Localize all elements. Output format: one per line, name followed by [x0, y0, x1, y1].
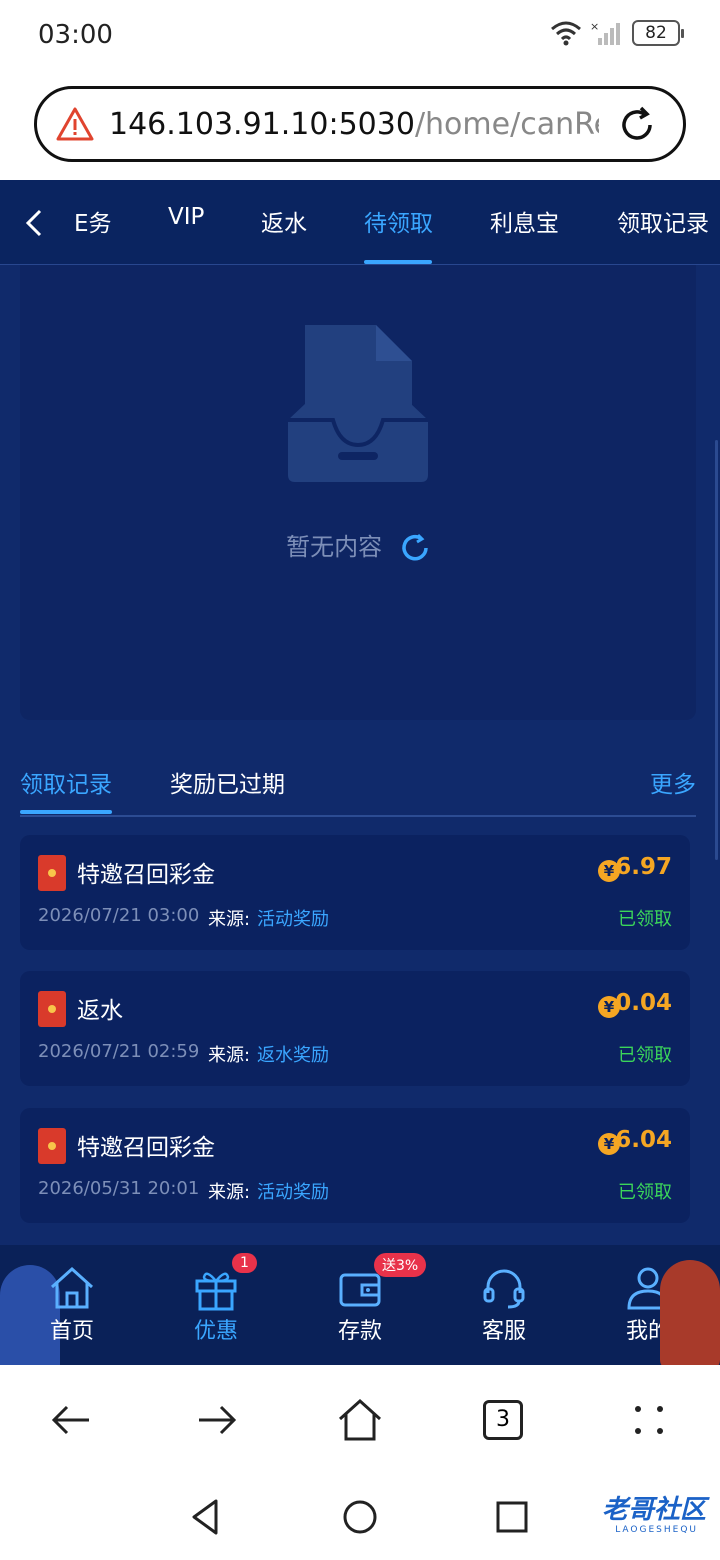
record-source-value: 活动奖励: [257, 909, 329, 930]
record-status: 已领取: [618, 909, 672, 930]
record-tab-indicator: [20, 810, 112, 814]
record-title: 特邀召回彩金: [77, 1135, 215, 1161]
deposit-badge: 送3%: [374, 1253, 427, 1277]
url-host: 146.103.91.10:5030: [109, 106, 415, 142]
watermark-logo: 老哥社区: [601, 1495, 706, 1525]
watermark-sub: LAOGESHEQU: [615, 1525, 698, 1535]
active-tab-indicator: [364, 260, 432, 264]
bottom-nav: 首页 优惠 1 存款 送3% 客服 我的: [0, 1245, 720, 1375]
warning-icon[interactable]: [55, 104, 95, 144]
record-amount: 6.04: [615, 1127, 672, 1153]
reload-icon[interactable]: [617, 105, 657, 145]
system-nav-bar: 老哥社区 LAOGESHEQU: [0, 1475, 720, 1560]
tab-pending[interactable]: 待领取: [364, 204, 433, 238]
tab-rebate[interactable]: 返水: [261, 204, 307, 238]
record-tabs: 领取记录 奖励已过期 更多: [20, 765, 696, 817]
record-status: 已领取: [618, 1045, 672, 1066]
gift-icon: [195, 1272, 237, 1311]
tab-interest[interactable]: 利息宝: [490, 204, 559, 238]
nav-deposit-label: 存款: [337, 1319, 382, 1344]
more-link[interactable]: 更多: [650, 765, 696, 799]
status-bar: 03:00 × 82: [0, 0, 720, 70]
nav-home[interactable]: 首页: [22, 1265, 122, 1345]
record-source-value: 活动奖励: [257, 1182, 329, 1203]
record-amount: 0.04: [615, 990, 672, 1016]
empty-state-message: 暂无内容: [20, 527, 696, 563]
tab-claim-records[interactable]: 领取记录: [617, 204, 709, 238]
svg-text:×: ×: [590, 20, 599, 33]
record-date: 2026/07/21 03:00: [38, 905, 200, 926]
nav-promo[interactable]: 优惠: [166, 1265, 266, 1345]
nav-deposit[interactable]: 存款: [310, 1265, 410, 1345]
nav-service[interactable]: 客服: [454, 1265, 554, 1345]
url-text[interactable]: 146.103.91.10:5030/home/canRec: [109, 107, 599, 142]
system-recents-icon[interactable]: [492, 1497, 532, 1537]
nav-promo-label: 优惠: [193, 1319, 238, 1344]
status-icons: × 82: [550, 20, 684, 46]
record-source-label: 来源:: [208, 1182, 251, 1203]
battery-level: 82: [645, 23, 667, 43]
nav-home-label: 首页: [49, 1319, 94, 1344]
tab-tasks[interactable]: E务: [74, 204, 112, 238]
category-tabbar: E务 VIP 返水 待领取 利息宝 领取记录: [0, 180, 720, 265]
home-page-icon[interactable]: [337, 1397, 383, 1443]
record-item[interactable]: 特邀召回彩金 ¥ 6.97 2026/07/21 03:00 来源: 活动奖励 …: [20, 835, 690, 950]
record-amount: 6.97: [615, 854, 672, 880]
record-title: 特邀召回彩金: [77, 862, 215, 888]
system-home-icon[interactable]: [340, 1497, 380, 1537]
scrollbar[interactable]: [715, 440, 718, 860]
tab-count: 3: [496, 1407, 510, 1432]
red-envelope-icon: [38, 1128, 66, 1164]
browser-toolbar: 3: [0, 1365, 720, 1475]
record-item[interactable]: 返水 ¥ 0.04 2026/07/21 02:59 来源: 返水奖励 已领取: [20, 971, 690, 1086]
refresh-icon[interactable]: [400, 533, 430, 563]
empty-inbox-icon: [288, 325, 428, 482]
wifi-icon: [551, 21, 581, 46]
record-source-value: 返水奖励: [257, 1045, 329, 1066]
record-title: 返水: [77, 998, 123, 1024]
record-status: 已领取: [618, 1182, 672, 1203]
back-arrow-icon[interactable]: [20, 206, 50, 240]
tab-expired-rewards[interactable]: 奖励已过期: [170, 765, 285, 799]
tab-received-records[interactable]: 领取记录: [20, 765, 112, 799]
home-icon: [50, 1266, 94, 1309]
record-date: 2026/05/31 20:01: [38, 1178, 200, 1199]
battery-icon: 82: [632, 20, 684, 46]
promo-badge: 1: [232, 1253, 257, 1273]
red-envelope-icon: [38, 855, 66, 891]
address-bar[interactable]: 146.103.91.10:5030/home/canRec: [34, 86, 686, 162]
record-source-label: 来源:: [208, 909, 251, 930]
url-path: /home/canRec: [414, 106, 599, 142]
app-content: E务 VIP 返水 待领取 利息宝 领取记录 暂无内容 领取记录 奖励已过期 更…: [0, 180, 720, 1365]
forward-icon[interactable]: [193, 1397, 239, 1443]
record-source-label: 来源:: [208, 1045, 251, 1066]
empty-state-card: 暂无内容: [20, 265, 696, 720]
headset-icon: [483, 1269, 525, 1309]
back-icon[interactable]: [49, 1397, 95, 1443]
moose-mascot-image: [660, 1260, 720, 1370]
red-envelope-icon: [38, 991, 66, 1027]
tab-vip[interactable]: VIP: [168, 204, 204, 230]
status-time: 03:00: [38, 20, 113, 50]
signal-icon: ×: [590, 20, 620, 45]
more-dots-icon[interactable]: [626, 1397, 672, 1443]
record-date: 2026/07/21 02:59: [38, 1041, 200, 1062]
record-item[interactable]: 特邀召回彩金 ¥ 6.04 2026/05/31 20:01 来源: 活动奖励 …: [20, 1108, 690, 1223]
empty-state-text: 暂无内容: [286, 533, 383, 561]
system-back-icon[interactable]: [186, 1497, 226, 1537]
nav-service-label: 客服: [481, 1319, 526, 1344]
tabs-count-button[interactable]: 3: [483, 1400, 523, 1440]
